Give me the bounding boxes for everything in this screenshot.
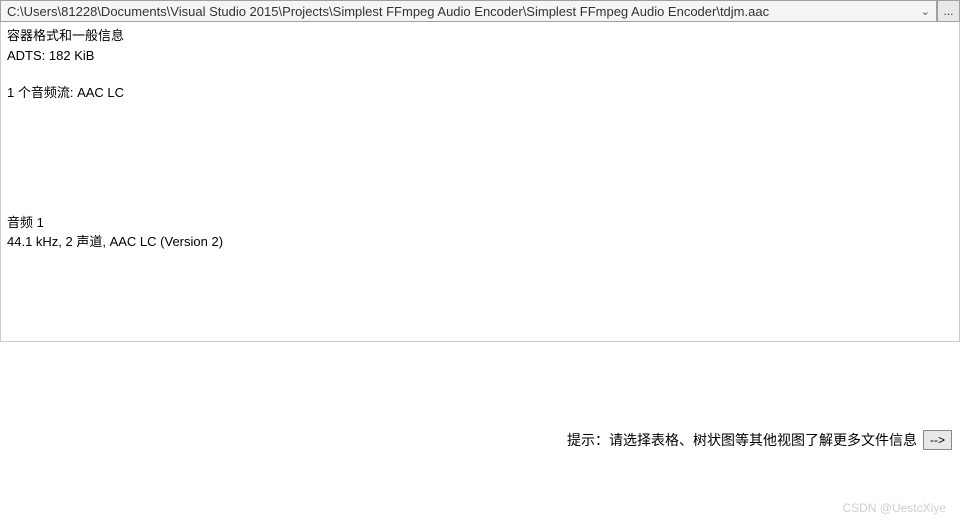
media-info-panel: 容器格式和一般信息 ADTS: 182 KiB 1 个音频流: AAC LC 音… [0,22,960,342]
view-more-button[interactable]: --> [923,430,952,450]
general-info-streams: 1 个音频流: AAC LC [7,83,953,103]
audio-stream-header: 音频 1 [7,213,953,233]
chevron-down-icon: ⌄ [915,5,930,18]
browse-button[interactable]: ... [937,1,959,21]
hint-row: 提示：请选择表格、树状图等其他视图了解更多文件信息 --> [567,430,952,450]
general-info-header: 容器格式和一般信息 [7,26,953,46]
audio-stream-details: 44.1 kHz, 2 声道, AAC LC (Version 2) [7,232,953,252]
hint-text: 提示：请选择表格、树状图等其他视图了解更多文件信息 [567,430,917,450]
general-info-format: ADTS: 182 KiB [7,46,953,66]
file-path-text: C:\Users\81228\Documents\Visual Studio 2… [7,4,915,19]
watermark-text: CSDN @UestcXiye [842,501,946,515]
file-path-dropdown[interactable]: C:\Users\81228\Documents\Visual Studio 2… [1,1,937,21]
top-bar: C:\Users\81228\Documents\Visual Studio 2… [0,0,960,22]
spacer [7,65,953,83]
spacer [7,103,953,213]
